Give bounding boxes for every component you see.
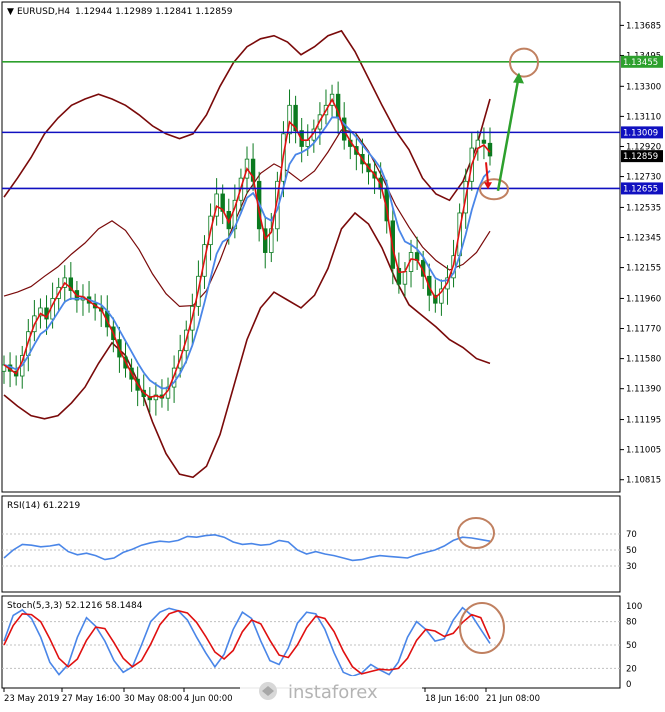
price-axis-label: 1.11195 [626, 416, 661, 426]
rsi-axis-label: 30 [626, 562, 637, 572]
price-axis-label: 1.11960 [626, 294, 661, 304]
stoch-axis-label: 100 [626, 602, 642, 612]
watermark: instaforex [240, 676, 422, 708]
price-axis-label: 1.11770 [626, 325, 661, 335]
price-flag-label: 1.12655 [623, 184, 658, 194]
candle-body [305, 139, 310, 147]
stoch-axis-label: 80 [626, 618, 637, 628]
price-flag-label: 1.13009 [623, 128, 658, 138]
time-axis-label: 4 Jun 00:00 [184, 694, 233, 704]
symbol-dropdown-icon[interactable]: ▼ [7, 7, 14, 17]
price-flag-label: 1.12859 [623, 152, 658, 162]
price-axis-label: 1.13110 [626, 112, 661, 122]
rsi-label: RSI(14) 61.2219 [7, 501, 80, 511]
price-axis-label: 1.11580 [626, 355, 661, 365]
price-axis-label: 1.12730 [626, 173, 661, 183]
ohlc-label: 1.12944 1.12989 1.12841 1.12859 [75, 7, 233, 17]
stoch-axis-label: 0 [626, 680, 631, 690]
price-flag-label: 1.13455 [623, 58, 658, 68]
stoch-axis-label: 50 [626, 641, 637, 651]
time-axis-label: 21 Jun 08:00 [486, 694, 540, 704]
stoch-axis-label: 20 [626, 664, 637, 674]
time-axis-label: 27 May 16:00 [62, 694, 120, 704]
rsi-axis-label: 70 [626, 530, 637, 540]
time-axis-label: 23 May 2019 [4, 694, 59, 704]
price-axis-label: 1.11005 [626, 446, 661, 456]
candle-body [402, 271, 408, 285]
chart-window: 1.136851.134951.133001.131101.129201.127… [0, 0, 665, 708]
price-axis-label: 1.13685 [626, 21, 661, 31]
price-axis-label: 1.12155 [626, 264, 661, 274]
price-axis-label: 1.11390 [626, 385, 661, 395]
time-axis-label: 18 Jun 16:00 [425, 694, 479, 704]
stoch-label: Stoch(5,3,3) 52.1216 58.1484 [7, 601, 143, 611]
chart-canvas: 1.136851.134951.133001.131101.129201.127… [0, 0, 665, 708]
price-axis-label: 1.12345 [626, 234, 661, 244]
price-axis-label: 1.13300 [626, 82, 661, 92]
watermark-text: instaforex [288, 682, 378, 703]
candle-body [481, 139, 487, 144]
time-axis-label: 30 May 08:00 [124, 694, 182, 704]
rsi-axis-label: 50 [626, 546, 637, 556]
price-axis-label: 1.12535 [626, 203, 661, 213]
symbol-label: EURUSD,H4 [17, 7, 70, 17]
price-axis-label: 1.10815 [626, 476, 661, 486]
